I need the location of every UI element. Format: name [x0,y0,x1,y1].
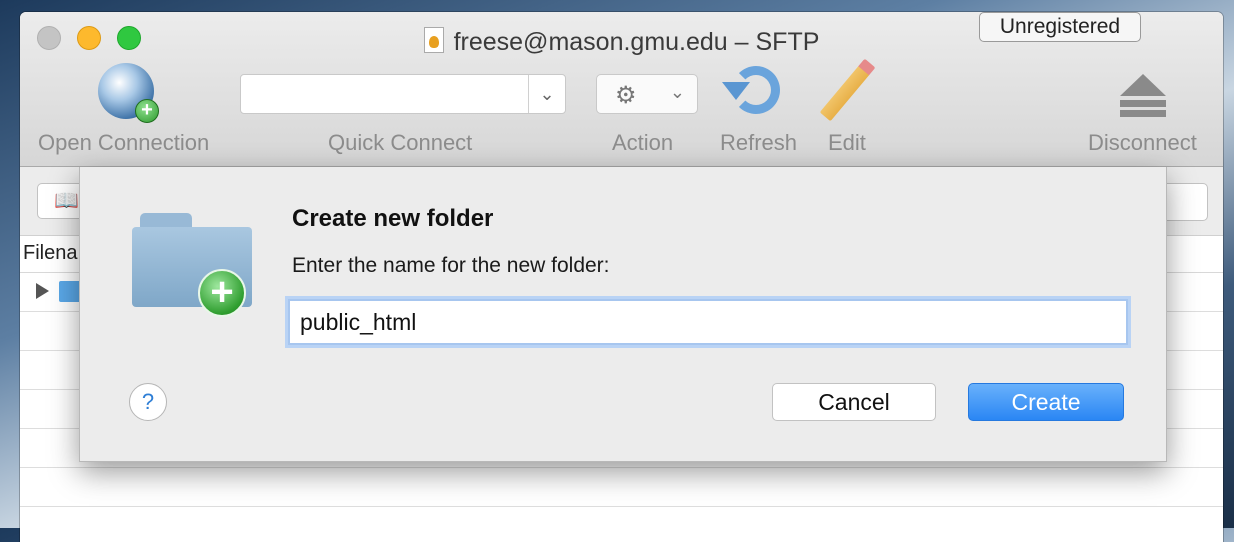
create-folder-sheet: + Create new folder Enter the name for t… [79,167,1167,462]
dialog-title: Create new folder [292,205,494,232]
gear-icon: ⚙ [615,82,637,109]
book-icon: 📖 [54,190,79,212]
pencil-icon [819,64,871,122]
search-field-edge[interactable] [1160,183,1208,221]
chevron-down-icon: ⌄ [669,82,685,102]
filename-header-label: Filena [23,242,78,264]
action-menu-button[interactable]: ⚙ ⌄ [596,74,698,114]
window-title: freese@mason.gmu.edu – SFTP [453,28,820,56]
titlebar: freese@mason.gmu.edu – SFTP Unregistered… [20,12,1223,167]
disclosure-triangle-icon[interactable] [36,283,49,299]
dialog-message: Enter the name for the new folder: [292,254,610,277]
unregistered-button[interactable]: Unregistered [979,12,1141,42]
file-row [20,468,1223,507]
file-row [20,507,1223,542]
document-icon [423,27,444,53]
quick-connect-combo[interactable]: ⌄ [240,74,566,115]
folder-name-input[interactable] [288,299,1128,345]
quick-connect-label: Quick Connect [328,130,473,155]
refresh-arrow-icon [722,82,750,100]
chevron-down-icon[interactable]: ⌄ [528,75,565,113]
disconnect-label: Disconnect [1088,130,1197,155]
help-button[interactable]: ? [129,383,167,421]
plus-icon: + [135,99,159,123]
eject-icon [1120,74,1166,118]
create-button[interactable]: Create [968,383,1124,421]
edit-label: Edit [828,130,866,155]
cancel-button[interactable]: Cancel [772,383,936,421]
action-label: Action [612,130,674,155]
add-plus-icon: + [198,269,246,317]
quick-connect-input[interactable] [241,75,531,115]
refresh-label: Refresh [720,130,798,155]
open-connection-label: Open Connection [38,130,210,155]
